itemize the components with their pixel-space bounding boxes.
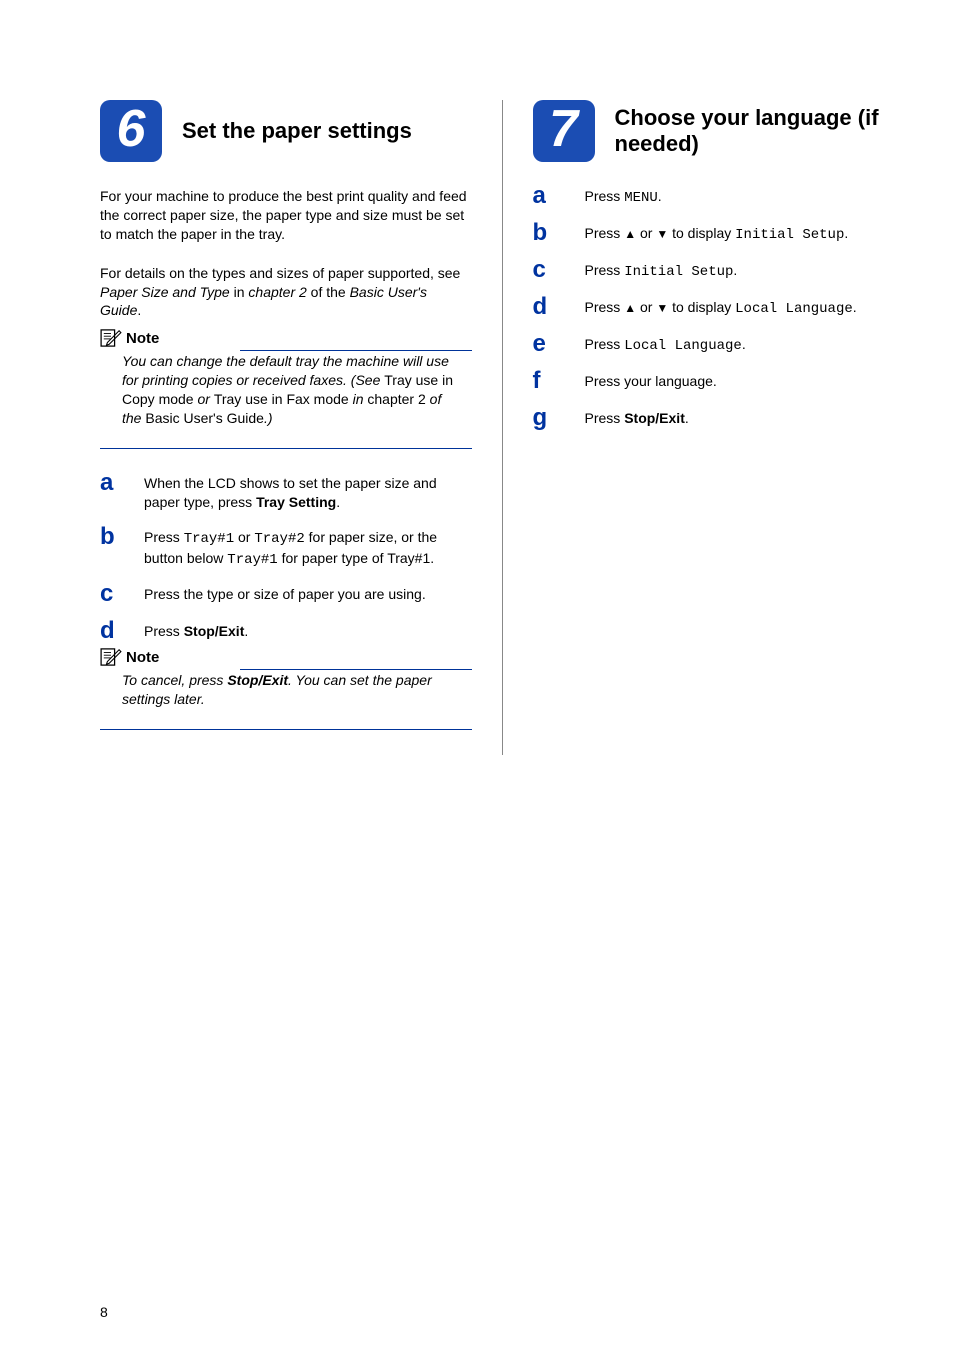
section-title: Choose your language (if needed) <box>615 105 905 158</box>
step-letter: f <box>533 369 585 393</box>
step-number: 7 <box>549 99 578 159</box>
left-column: 6 Set the paper settings For your machin… <box>100 100 472 755</box>
note-icon <box>100 648 122 666</box>
down-arrow-icon: ▼ <box>656 227 668 241</box>
note-label: Note <box>126 330 159 347</box>
step-letter: d <box>100 619 144 643</box>
step-number-box: 6 <box>100 100 162 162</box>
note-title-row: Note <box>100 329 167 347</box>
step-d: d Press Stop/Exit. <box>100 622 472 643</box>
step-text: Press MENU. <box>585 187 905 208</box>
note-box-2: Note To cancel, press Stop/Exit. You can… <box>100 659 472 730</box>
intro-paragraph-2: For details on the types and sizes of pa… <box>100 264 472 321</box>
note-body: You can change the default tray the mach… <box>100 352 472 438</box>
step-g: g Press Stop/Exit. <box>533 409 905 430</box>
step-letter: a <box>100 471 144 495</box>
two-column-layout: 6 Set the paper settings For your machin… <box>100 100 904 755</box>
step-b: b Press ▲ or ▼ to display Initial Setup. <box>533 224 905 245</box>
step-d: d Press ▲ or ▼ to display Local Language… <box>533 298 905 319</box>
step-number-box: 7 <box>533 100 595 162</box>
step-letter: b <box>100 525 144 549</box>
step-text: Press ▲ or ▼ to display Local Language. <box>585 298 905 319</box>
step-text: Press Tray#1 or Tray#2 for paper size, o… <box>144 528 472 570</box>
step-text: Press Local Language. <box>585 335 905 356</box>
step-c: c Press Initial Setup. <box>533 261 905 282</box>
step-text: Press Stop/Exit. <box>585 409 905 428</box>
down-arrow-icon: ▼ <box>656 301 668 315</box>
note-title-row: Note <box>100 648 167 666</box>
steps-list-6: a When the LCD shows to set the paper si… <box>100 474 472 644</box>
step-letter: b <box>533 221 585 245</box>
step-text: Press the type or size of paper you are … <box>144 585 472 604</box>
section-title: Set the paper settings <box>182 118 412 144</box>
section-header-6: 6 Set the paper settings <box>100 100 472 162</box>
page: 6 Set the paper settings For your machin… <box>0 0 954 1350</box>
right-column: 7 Choose your language (if needed) a Pre… <box>533 100 905 755</box>
section-header-7: 7 Choose your language (if needed) <box>533 100 905 162</box>
step-c: c Press the type or size of paper you ar… <box>100 585 472 606</box>
step-b: b Press Tray#1 or Tray#2 for paper size,… <box>100 528 472 570</box>
note-body: To cancel, press Stop/Exit. You can set … <box>100 671 472 719</box>
step-letter: d <box>533 295 585 319</box>
step-f: f Press your language. <box>533 372 905 393</box>
note-label: Note <box>126 649 159 666</box>
page-number: 8 <box>100 1304 108 1320</box>
step-text: Press Initial Setup. <box>585 261 905 282</box>
step-text: Press ▲ or ▼ to display Initial Setup. <box>585 224 905 245</box>
column-divider <box>502 100 503 755</box>
step-letter: c <box>533 258 585 282</box>
up-arrow-icon: ▲ <box>624 301 636 315</box>
step-text: Press Stop/Exit. <box>144 622 472 641</box>
step-text: Press your language. <box>585 372 905 391</box>
step-e: e Press Local Language. <box>533 335 905 356</box>
intro-paragraph-1: For your machine to produce the best pri… <box>100 187 472 244</box>
step-letter: a <box>533 184 585 208</box>
step-a: a When the LCD shows to set the paper si… <box>100 474 472 512</box>
step-letter: c <box>100 582 144 606</box>
steps-list-7: a Press MENU. b Press ▲ or ▼ to display … <box>533 187 905 430</box>
note-icon <box>100 329 122 347</box>
step-a: a Press MENU. <box>533 187 905 208</box>
step-letter: e <box>533 332 585 356</box>
up-arrow-icon: ▲ <box>624 227 636 241</box>
step-text: When the LCD shows to set the paper size… <box>144 474 472 512</box>
step-letter: g <box>533 406 585 430</box>
note-box-1: Note You can change the default tray the… <box>100 340 472 449</box>
step-number: 6 <box>117 99 146 159</box>
